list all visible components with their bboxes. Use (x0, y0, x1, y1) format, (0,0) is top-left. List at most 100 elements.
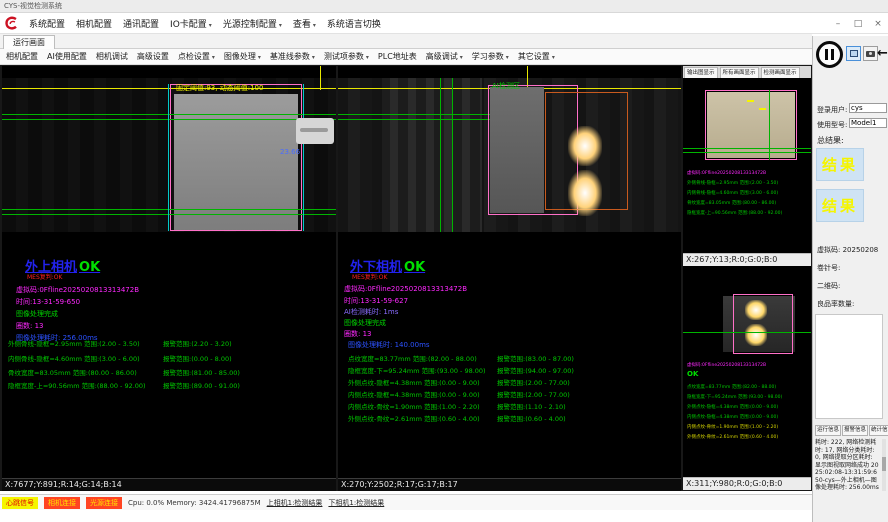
menu-camera-config[interactable]: 相机配置 (76, 17, 112, 30)
cpu-memory-text: Cpu: 0.0% Memory: 3424.41796875M (128, 499, 261, 507)
yield-count-label: 良品率数量: (817, 299, 854, 309)
tool-plc-address-table[interactable]: PLC地址表 (378, 51, 417, 62)
maximize-icon[interactable]: □ (852, 19, 864, 29)
thumb-text-line: 隐框宽度-下=95.24mm 范围:(93.00 - 98.00) (687, 394, 782, 400)
tab-run-screen[interactable]: 运行画面 (3, 35, 55, 49)
thumb-text-line: 外侧点纹-隐框=4.38mm 范围:(0.00 - 9.00) (687, 404, 778, 410)
virtual-code-label: 虚拟码: 20250208 (817, 245, 878, 255)
log-text: 耗时: 222, 网络检测耗时: 17, 网络分类耗时: 0, 网络提取分区耗时… (815, 439, 879, 492)
pixel-coords-thumb-lower: X:311;Y:980;R:0;G:0;B:0 (683, 477, 811, 490)
alarm-range: 报警范围:(1.10 - 2.10) (497, 401, 566, 411)
mes-substatus: MES复判:OK (352, 272, 387, 281)
barcode-line: 虚拟码:0Ffline2025020813313472B (344, 284, 467, 294)
tab-run-info[interactable]: 运行信息 (815, 425, 841, 436)
menu-language-switch[interactable]: 系统语言切换 (327, 17, 381, 30)
monitor-button[interactable] (846, 46, 861, 61)
bright-spot (745, 300, 767, 320)
baseline-green (2, 114, 336, 115)
bright-spot (568, 170, 602, 216)
measurement-row: 内侧骨线-隐框=4.60mm 范围:(3.00 - 6.00) (8, 353, 140, 363)
thumb-text-line: 虚拟码:0Ffline2025020813313472B (687, 170, 766, 176)
camera-view-upper[interactable]: 固定阈值:93, 动态阈值:100 23.66 外上相机OK MES复判:OK … (2, 66, 336, 491)
pixel-coords-thumb-upper: X:267;Y:13;R:0;G:0;B:0 (683, 253, 811, 266)
result-list-box[interactable] (815, 314, 883, 419)
camera-icon (866, 51, 875, 57)
chevron-down-icon: ▾ (506, 54, 509, 61)
heartbeat-badge: 心跳信号 (2, 497, 38, 509)
process-done-line: 图像处理完成 (16, 309, 58, 319)
upper-camera-result-link[interactable]: 上相机1:检测结果 (267, 498, 323, 508)
alarm-range: 报警范围:(89.00 - 91.00) (163, 380, 240, 390)
measurement-row: 内侧点纹-骨纹=1.90mm 范围:(1.00 - 2.20) (348, 401, 480, 411)
menu-view[interactable]: 查看▾ (293, 17, 316, 30)
menu-io-config[interactable]: IO卡配置▾ (170, 17, 212, 30)
measurement-row: 外侧点纹-隐框=4.38mm 范围:(0.00 - 9.00) (348, 377, 480, 387)
tab-detect-views[interactable]: 检测画面显示 (761, 67, 800, 78)
monitor-icon (850, 50, 858, 57)
menu-comm-config[interactable]: 通讯配置 (123, 17, 159, 30)
measurement-row: 骨纹宽度=83.05mm 范围:(80.00 - 86.00) (8, 367, 137, 377)
chevron-down-icon: ▾ (313, 22, 316, 29)
lower-camera-result-link[interactable]: 下相机1:检测结果 (328, 498, 384, 508)
minimize-icon[interactable]: – (832, 19, 844, 29)
window-controls: – □ × (832, 13, 884, 34)
measurement-row: 隐框宽度-上=90.56mm 范围:(88.00 - 92.00) (8, 380, 146, 390)
tab-row: 运行画面 (0, 34, 812, 49)
login-user-input[interactable] (849, 103, 887, 113)
tool-other-settings[interactable]: 其它设置▾ (518, 51, 555, 62)
tool-baseline-params[interactable]: 基准线参数▾ (270, 51, 315, 62)
chevron-down-icon: ▾ (279, 22, 282, 29)
tool-learning-params[interactable]: 学习参数▾ (472, 51, 509, 62)
tab-alarm-info[interactable]: 报警信息 (842, 425, 868, 436)
thumb-text-line: 隐框宽度-上=90.56mm 范围:(88.00 - 92.00) (687, 210, 782, 216)
alarm-range: 报警范围:(2.00 - 77.00) (497, 389, 570, 399)
tab-stats-info[interactable]: 统计信息 (869, 425, 888, 436)
thumbnail-view-upper[interactable]: 虚拟码:0Ffline2025020813313472B 外侧骨线-隐框=2.9… (683, 78, 811, 266)
tool-advanced-debug[interactable]: 高级调试▾ (426, 51, 463, 62)
tab-all-views[interactable]: 所有画面显示 (720, 67, 759, 78)
baseline-green (2, 119, 336, 120)
chevron-down-icon: ▾ (209, 22, 212, 29)
measurement-row: 外侧点纹-骨纹=2.61mm 范围:(0.60 - 4.00) (348, 413, 480, 423)
back-button[interactable]: ← (876, 46, 888, 61)
pin-number-label: 卷针号: (817, 263, 840, 273)
log-scrollbar[interactable] (882, 439, 886, 491)
thumb-text-line: 虚拟码:0Ffline2025020813313472B (687, 362, 766, 368)
thumb-text-line: 内侧点纹-骨纹=1.90mm 范围:(1.00 - 2.20) (687, 424, 778, 430)
model-input[interactable] (849, 118, 887, 128)
camera-view-lower[interactable]: AI检测区 外下相机OK MES复判:OK 虚拟码:0Ffline2025020… (338, 66, 681, 491)
measurement-row: 外侧骨线-隐框=2.95mm 范围:(2.00 - 3.50) (8, 338, 140, 348)
pause-button[interactable] (816, 41, 843, 68)
measurement-row: 点纹宽度=83.77mm 范围:(82.00 - 88.00) (348, 353, 477, 363)
tool-image-processing[interactable]: 图像处理▾ (224, 51, 261, 62)
thumb-text-line: 外侧点纹-骨纹=2.61mm 范围:(0.60 - 4.00) (687, 434, 778, 440)
thumb-yellow-mark (747, 100, 754, 102)
mes-substatus: MES复判:OK (27, 272, 62, 281)
tool-camera-debug[interactable]: 相机调试 (96, 51, 128, 62)
thumbnail-view-lower[interactable]: 虚拟码:0Ffline2025020813313472B OK 点纹宽度=83.… (683, 266, 811, 490)
back-arrow-icon: ← (877, 46, 888, 61)
chevron-down-icon: ▾ (552, 54, 555, 61)
tool-spotcheck-settings[interactable]: 点检设置▾ (178, 51, 215, 62)
window-title: CYS-视觉检测系统 (4, 2, 62, 10)
baseline-green (2, 214, 336, 215)
window-titlebar: CYS-视觉检测系统 (0, 0, 888, 13)
baseline-green (2, 209, 336, 210)
tool-test-params[interactable]: 测试项参数▾ (324, 51, 369, 62)
tool-advanced-settings[interactable]: 高级设置 (137, 51, 169, 62)
ai-region-label: AI检测区 (492, 81, 520, 91)
close-icon[interactable]: × (872, 19, 884, 29)
thumb-text-line: 点纹宽度=83.77mm 范围:(82.00 - 88.00) (687, 384, 776, 390)
thumb-status-ok: OK (687, 370, 698, 378)
menu-system-config[interactable]: 系统配置 (29, 17, 65, 30)
thumb-text-line: 骨纹宽度=83.05mm 范围:(80.00 - 86.00) (687, 200, 776, 206)
scrollbar-thumb[interactable] (882, 457, 886, 471)
tool-ai-config[interactable]: AI使用配置 (47, 51, 87, 62)
tool-camera-config[interactable]: 相机配置 (6, 51, 38, 62)
tab-output-image[interactable]: 输出图显示 (684, 67, 718, 78)
log-tabs: 运行信息 报警信息 统计信息 (815, 425, 888, 436)
thumb-text-line: 外侧骨线-隐框=2.95mm 范围:(2.00 - 3.50) (687, 180, 778, 186)
alarm-range: 报警范围:(83.00 - 87.00) (497, 353, 574, 363)
chevron-down-icon: ▾ (460, 54, 463, 61)
menu-light-config[interactable]: 光源控制配置▾ (223, 17, 282, 30)
